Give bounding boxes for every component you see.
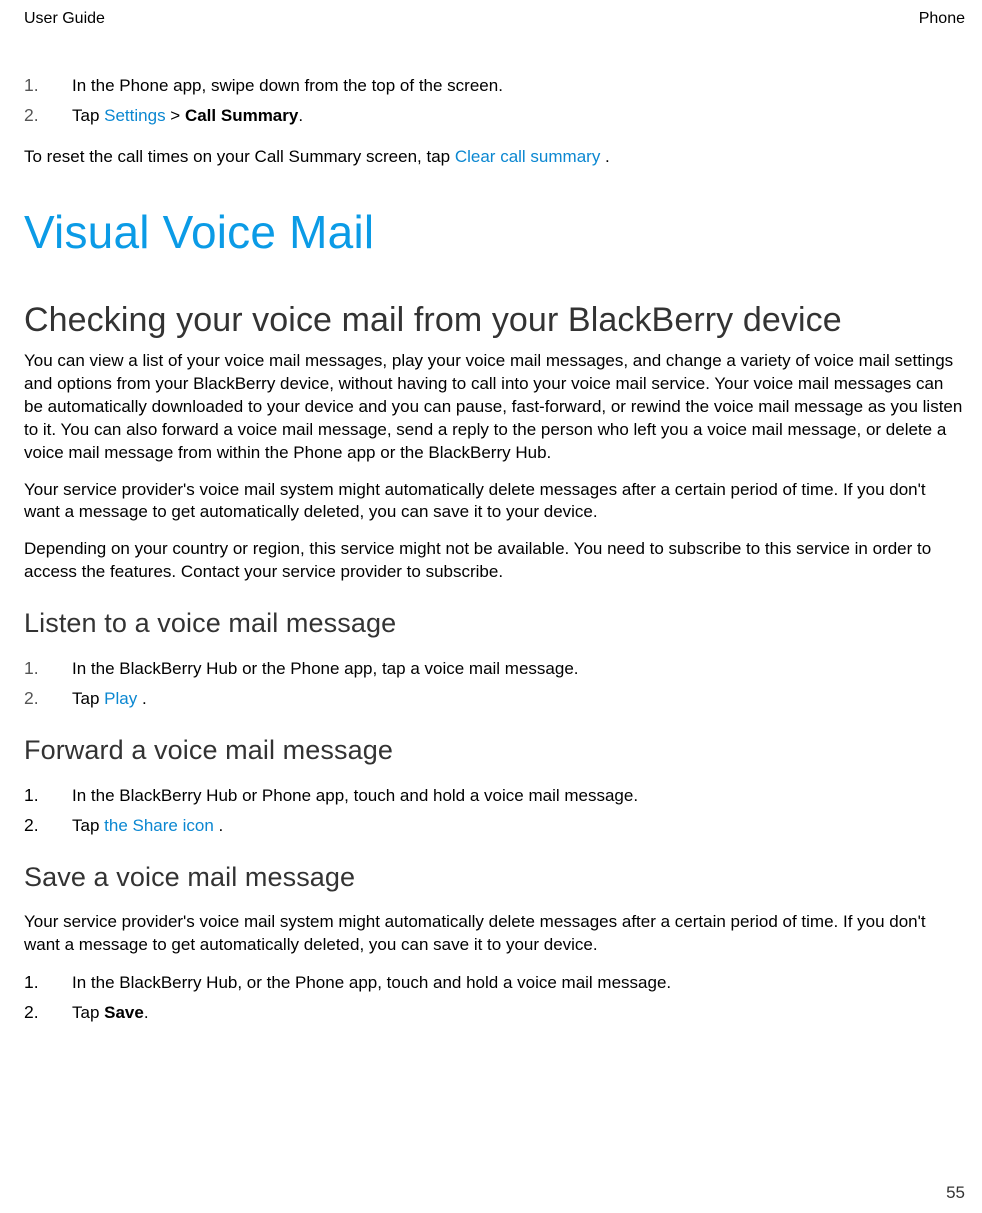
body-paragraph: Your service provider's voice mail syste…	[24, 911, 965, 957]
page-title: Visual Voice Mail	[24, 205, 965, 259]
list-number: 1.	[24, 784, 72, 808]
body-paragraph: You can view a list of your voice mail m…	[24, 350, 965, 465]
header-left: User Guide	[24, 10, 105, 28]
save-list: 1. In the BlackBerry Hub, or the Phone a…	[24, 971, 965, 1025]
list-number: 2.	[24, 1001, 72, 1025]
settings-link: Settings	[104, 106, 165, 125]
clear-call-summary-link: Clear call summary	[455, 147, 600, 166]
sub-heading: Listen to a voice mail message	[24, 608, 965, 639]
list-item: 1. In the BlackBerry Hub or Phone app, t…	[24, 784, 965, 808]
list-text: Tap the Share icon .	[72, 815, 965, 838]
list-number: 2.	[24, 687, 72, 711]
text: Tap	[72, 689, 104, 708]
sub-heading: Forward a voice mail message	[24, 735, 965, 766]
text: .	[298, 106, 303, 125]
text: To reset the call times on your Call Sum…	[24, 147, 455, 166]
sub-heading: Save a voice mail message	[24, 862, 965, 893]
text: .	[144, 1003, 149, 1022]
text: .	[600, 147, 609, 166]
list-number: 2.	[24, 104, 72, 128]
list-item: 1. In the BlackBerry Hub, or the Phone a…	[24, 971, 965, 995]
list-item: 1. In the Phone app, swipe down from the…	[24, 74, 965, 98]
list-item: 2. Tap Settings > Call Summary.	[24, 104, 965, 128]
list-text: Tap Save.	[72, 1002, 965, 1025]
intro-list: 1. In the Phone app, swipe down from the…	[24, 74, 965, 128]
text: Tap	[72, 1003, 104, 1022]
list-item: 2. Tap Save.	[24, 1001, 965, 1025]
play-link: Play	[104, 689, 137, 708]
text: Tap	[72, 106, 104, 125]
bold-text: Call Summary	[185, 106, 298, 125]
list-text: In the BlackBerry Hub or the Phone app, …	[72, 658, 965, 681]
page-number: 55	[946, 1183, 965, 1203]
section-heading: Checking your voice mail from your Black…	[24, 301, 965, 340]
list-number: 1.	[24, 74, 72, 98]
listen-list: 1. In the BlackBerry Hub or the Phone ap…	[24, 657, 965, 711]
list-item: 1. In the BlackBerry Hub or the Phone ap…	[24, 657, 965, 681]
list-number: 1.	[24, 971, 72, 995]
share-icon-link: the Share icon	[104, 816, 214, 835]
text: .	[214, 816, 223, 835]
list-item: 2. Tap the Share icon .	[24, 814, 965, 838]
text: Tap	[72, 816, 104, 835]
forward-list: 1. In the BlackBerry Hub or Phone app, t…	[24, 784, 965, 838]
intro-paragraph: To reset the call times on your Call Sum…	[24, 146, 965, 169]
list-item: 2. Tap Play .	[24, 687, 965, 711]
body-paragraph: Your service provider's voice mail syste…	[24, 479, 965, 525]
list-number: 2.	[24, 814, 72, 838]
list-text: In the BlackBerry Hub, or the Phone app,…	[72, 972, 965, 995]
page: User Guide Phone 1. In the Phone app, sw…	[0, 0, 982, 1213]
list-text: In the Phone app, swipe down from the to…	[72, 75, 965, 98]
body-paragraph: Depending on your country or region, thi…	[24, 538, 965, 584]
list-text: Tap Play .	[72, 688, 965, 711]
bold-text: Save	[104, 1003, 144, 1022]
list-text: In the BlackBerry Hub or Phone app, touc…	[72, 785, 965, 808]
text: >	[166, 106, 185, 125]
page-header: User Guide Phone	[24, 10, 965, 28]
list-text: Tap Settings > Call Summary.	[72, 105, 965, 128]
list-number: 1.	[24, 657, 72, 681]
text: .	[137, 689, 146, 708]
header-right: Phone	[919, 10, 965, 28]
